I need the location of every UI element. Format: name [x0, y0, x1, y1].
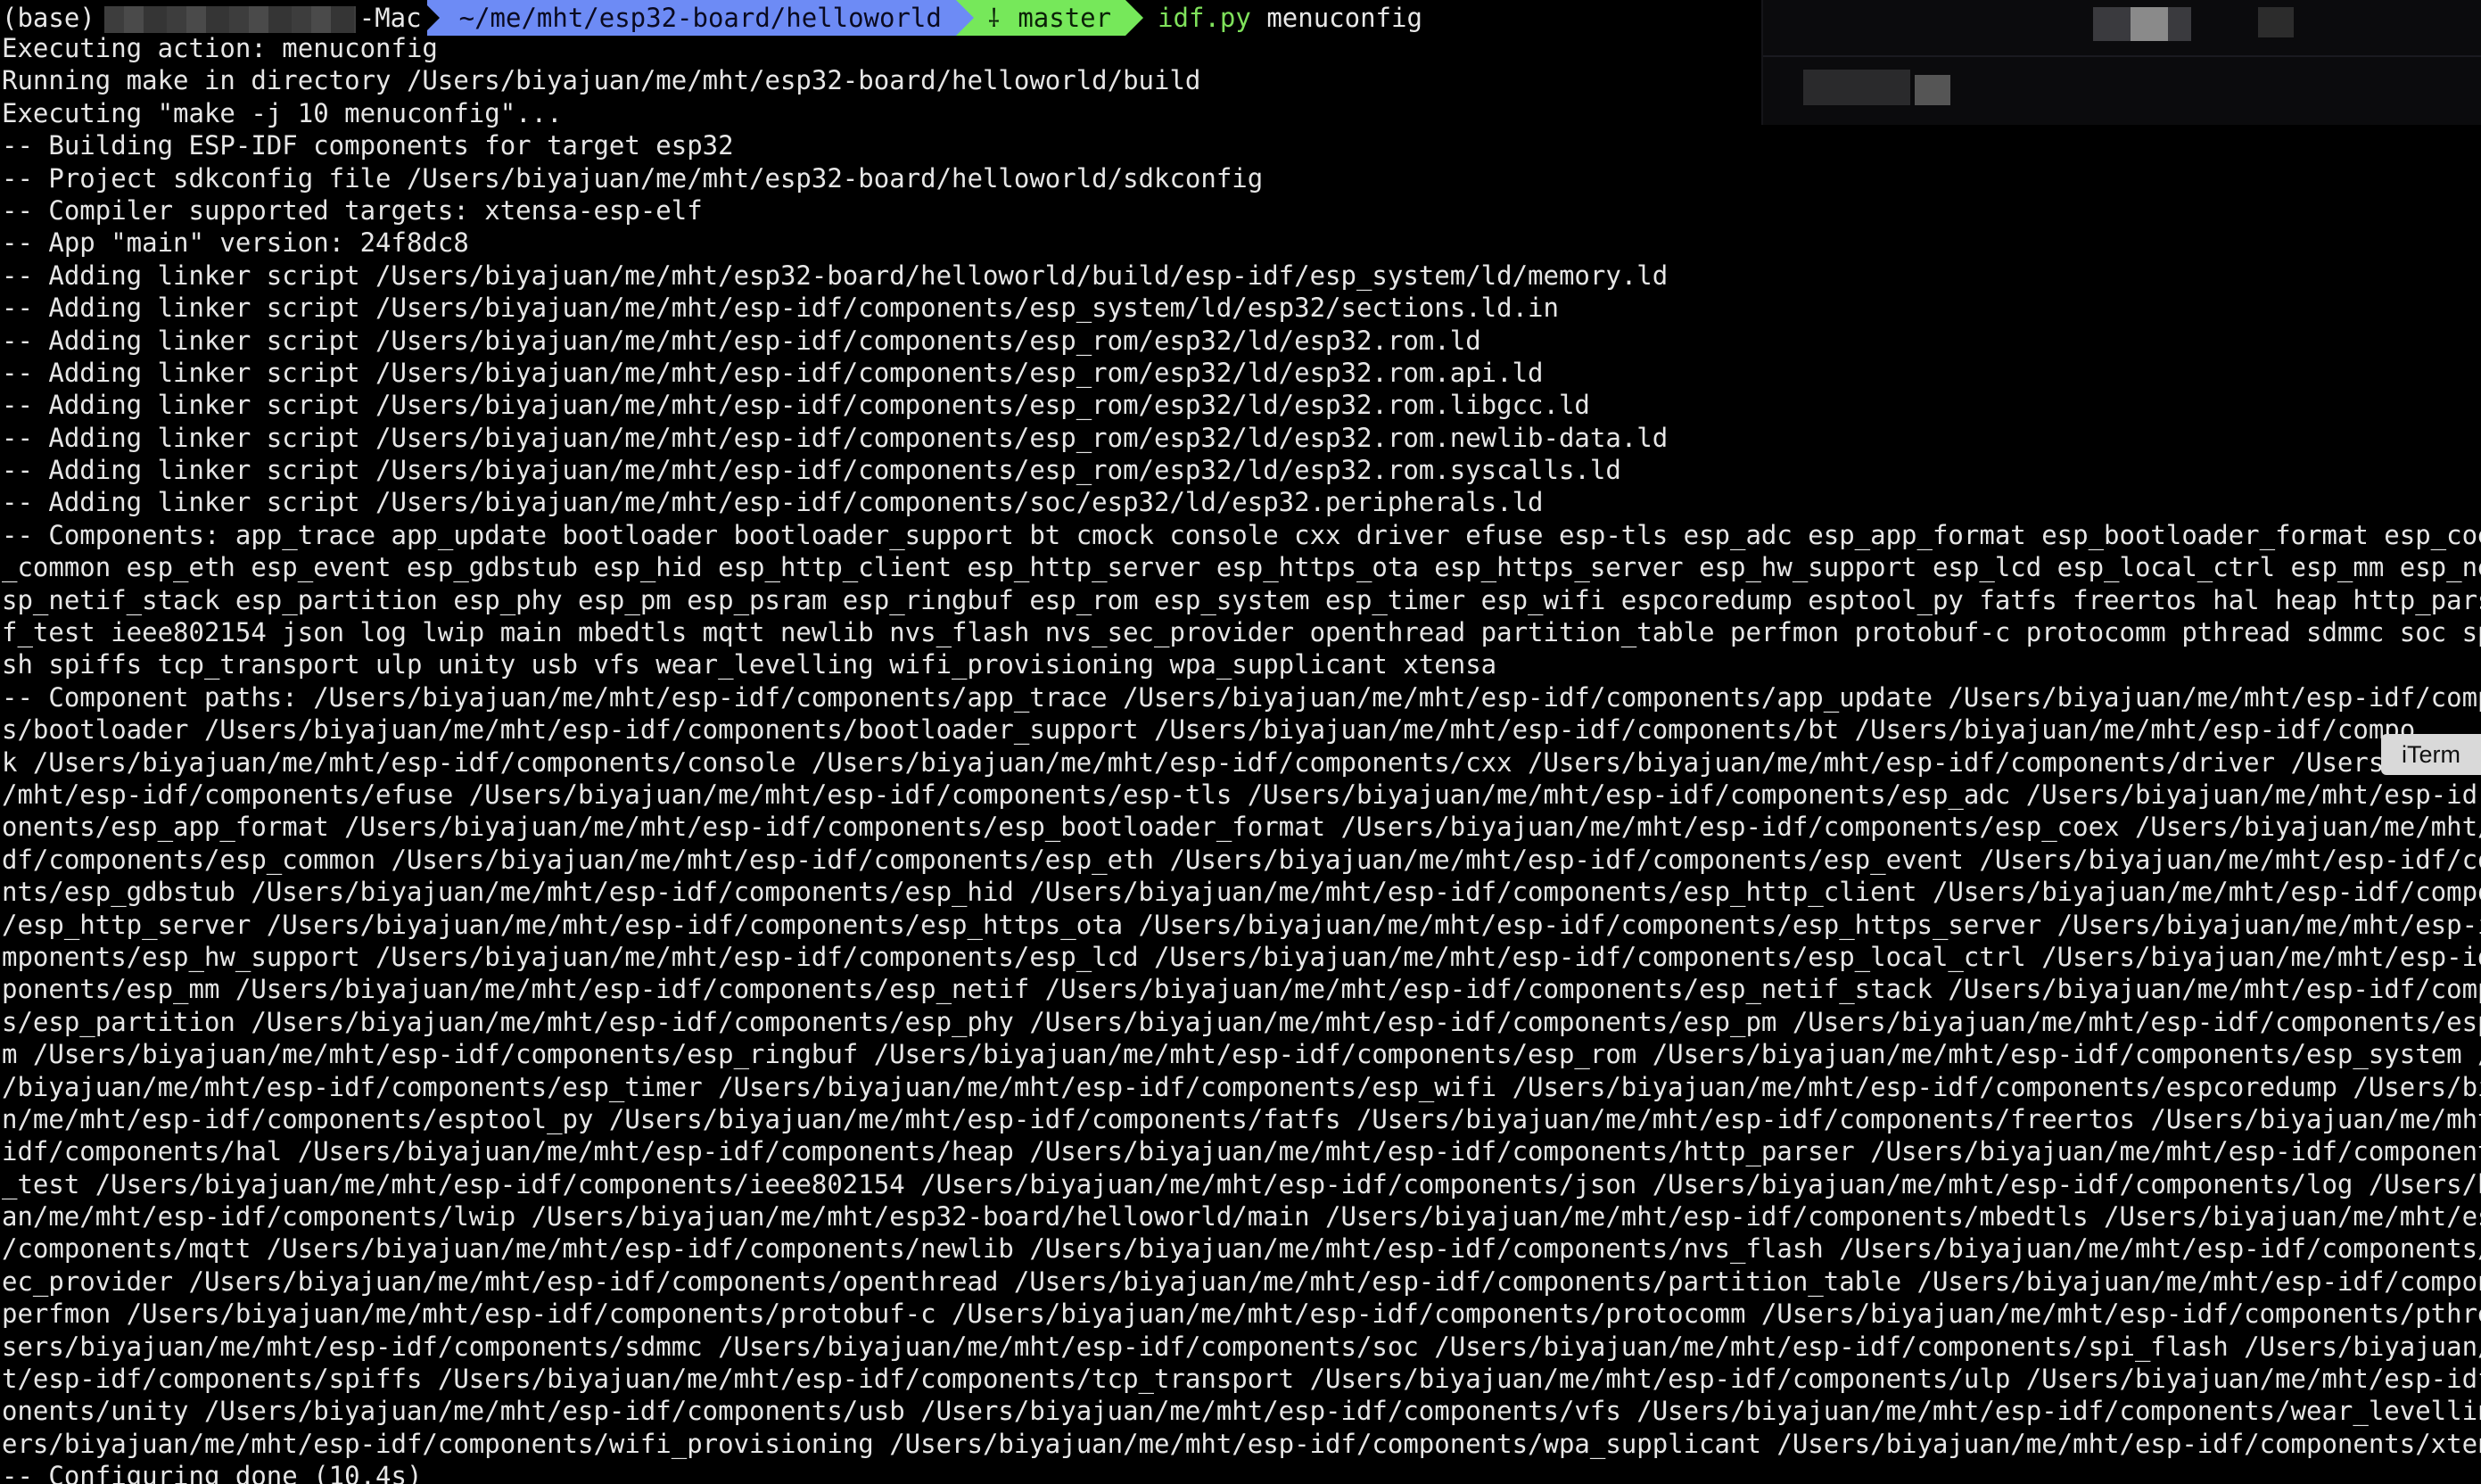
- output-line: ers/biyajuan/me/mht/esp-idf/components/w…: [2, 1428, 2481, 1459]
- output-line: -- Building ESP-IDF components for targe…: [2, 130, 734, 161]
- output-line: idf/components/hal /Users/biyajuan/me/mh…: [2, 1136, 2481, 1167]
- segment-separator: [421, 0, 440, 36]
- output-line: sp_netif_stack esp_partition esp_phy esp…: [2, 584, 2481, 615]
- hostname-suffix: -Mac: [359, 3, 422, 33]
- output-line: mponents/esp_hw_support /Users/biyajuan/…: [2, 941, 2481, 972]
- output-line: Running make in directory /Users/biyajua…: [2, 65, 1201, 96]
- git-branch-name: master: [1018, 3, 1112, 33]
- output-line: k /Users/biyajuan/me/mht/esp-idf/compone…: [2, 746, 2400, 778]
- output-line: n/me/mht/esp-idf/components/esptool_py /…: [2, 1103, 2481, 1134]
- hostname-segment: -Mac: [96, 0, 440, 36]
- output-line: _common esp_eth esp_event esp_gdbstub es…: [2, 552, 2481, 583]
- output-line: perfmon /Users/biyajuan/me/mht/esp-idf/c…: [2, 1298, 2481, 1330]
- output-line: -- Adding linker script /Users/biyajuan/…: [2, 260, 1669, 291]
- segment-separator: [1125, 0, 1144, 36]
- output-line: -- Configuring done (10.4s): [2, 1461, 423, 1484]
- output-line: s/esp_partition /Users/biyajuan/me/mht/e…: [2, 1006, 2481, 1037]
- output-line: /mht/esp-idf/components/efuse /Users/biy…: [2, 779, 2478, 810]
- output-line: -- Adding linker script /Users/biyajuan/…: [2, 487, 1544, 518]
- command-argument: menuconfig: [1266, 3, 1422, 33]
- cwd-segment: ~/me/mht/esp32-board/helloworld: [426, 0, 974, 36]
- output-line: onents/unity /Users/biyajuan/me/mht/esp-…: [2, 1396, 2481, 1427]
- redacted-hostname: [103, 6, 356, 33]
- cwd-path: ~/me/mht/esp32-board/helloworld: [458, 3, 942, 33]
- output-line: ponents/esp_mm /Users/biyajuan/me/mht/es…: [2, 974, 2481, 1005]
- typed-command: idf.py menuconfig: [1125, 0, 1422, 36]
- output-line: -- Adding linker script /Users/biyajuan/…: [2, 325, 1481, 356]
- output-line: -- Adding linker script /Users/biyajuan/…: [2, 455, 1621, 486]
- output-line: sers/biyajuan/me/mht/esp-idf/components/…: [2, 1331, 2481, 1362]
- output-line: /esp_http_server /Users/biyajuan/me/mht/…: [2, 909, 2481, 940]
- output-line: m /Users/biyajuan/me/mht/esp-idf/compone…: [2, 1039, 2481, 1070]
- terminal-window[interactable]: (base) -Mac ~/me/mht/esp32-board/hellowo…: [0, 0, 2481, 1484]
- output-line: sh spiffs tcp_transport ulp unity usb vf…: [2, 649, 1497, 680]
- output-line: onents/esp_app_format /Users/biyajuan/me…: [2, 812, 2481, 843]
- output-line: -- App "main" version: 24f8dc8: [2, 227, 469, 259]
- shell-prompt: (base) -Mac ~/me/mht/esp32-board/hellowo…: [0, 0, 1422, 36]
- iterm-tooltip: iTerm: [2381, 734, 2481, 775]
- output-line: df/components/esp_common /Users/biyajuan…: [2, 844, 2481, 875]
- output-line: t/esp-idf/components/spiffs /Users/biyaj…: [2, 1364, 2481, 1395]
- segment-separator: [955, 0, 974, 36]
- conda-env: (base): [0, 0, 97, 36]
- output-line: an/me/mht/esp-idf/components/lwip /Users…: [2, 1201, 2481, 1233]
- git-branch-icon: ⸸: [987, 4, 1000, 33]
- output-line: _test /Users/biyajuan/me/mht/esp-idf/com…: [2, 1168, 2481, 1200]
- terminal-output: Executing action: menuconfig Running make…: [2, 32, 2481, 1484]
- output-line: Executing "make -j 10 menuconfig"...: [2, 97, 563, 128]
- output-line: nts/esp_gdbstub /Users/biyajuan/me/mht/e…: [2, 877, 2481, 908]
- git-segment: ⸸ master: [955, 0, 1144, 36]
- output-line: -- Compiler supported targets: xtensa-es…: [2, 194, 703, 226]
- output-line: -- Project sdkconfig file /Users/biyajua…: [2, 162, 1264, 194]
- output-line: -- Components: app_trace app_update boot…: [2, 519, 2481, 550]
- output-line: Executing action: menuconfig: [2, 33, 438, 63]
- command-name: idf.py: [1158, 3, 1251, 33]
- output-line: -- Adding linker script /Users/biyajuan/…: [2, 422, 1669, 453]
- output-line: -- Component paths: /Users/biyajuan/me/m…: [2, 681, 2481, 713]
- output-line: f_test ieee802154 json log lwip main mbe…: [2, 617, 2481, 648]
- output-line: -- Adding linker script /Users/biyajuan/…: [2, 390, 1590, 421]
- output-line: s/bootloader /Users/biyajuan/me/mht/esp-…: [2, 714, 2416, 746]
- output-line: /biyajuan/me/mht/esp-idf/components/esp_…: [2, 1071, 2481, 1102]
- output-line: -- Adding linker script /Users/biyajuan/…: [2, 293, 1559, 324]
- output-line: -- Adding linker script /Users/biyajuan/…: [2, 357, 1544, 388]
- output-line: /components/mqtt /Users/biyajuan/me/mht/…: [2, 1233, 2481, 1265]
- output-line: ec_provider /Users/biyajuan/me/mht/esp-i…: [2, 1266, 2481, 1297]
